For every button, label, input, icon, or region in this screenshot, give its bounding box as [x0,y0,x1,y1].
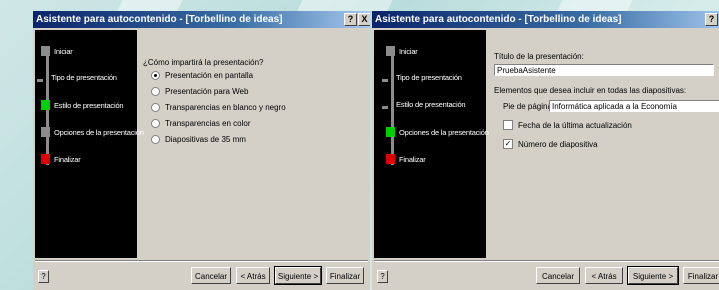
help-button[interactable]: ? [377,270,388,283]
wizard-content: ¿Cómo impartirá la presentación? Present… [143,31,366,257]
window-title: Asistente para autocontenido - [Torbelli… [372,11,719,28]
step-presentation-options[interactable]: Opciones de la presentación [41,127,144,137]
wizard-step-panel: Iniciar Tipo de presentación Estilo de p… [374,30,489,258]
question-label: ¿Cómo impartirá la presentación? [143,58,264,67]
step-presentation-type[interactable]: Tipo de presentación [37,73,117,82]
radio-bw-transparencies[interactable]: Transparencias en blanco y negro [151,103,286,112]
background-shard [117,0,183,11]
step-presentation-style[interactable]: Estilo de presentación [382,100,466,109]
titlebar-buttons: ? X [344,13,370,26]
presentation-title-input[interactable]: PruebaAsistente [494,64,714,76]
elements-label: Elementos que desea incluir en todas las… [494,86,687,95]
radio-icon [151,119,160,128]
radio-icon [151,87,160,96]
radio-screen-presentation[interactable]: Presentación en pantalla [151,71,253,80]
wizard-window-presentation-options: Asistente para autocontenido - [Torbelli… [372,11,719,290]
checkbox-slide-number[interactable]: ✓ Número de diapositiva [503,139,598,149]
cancel-button[interactable]: Cancelar [536,267,580,284]
wizard-content: Título de la presentación: PruebaAsisten… [494,31,719,257]
help-button[interactable]: ? [38,270,49,283]
step-marker-icon [41,127,50,137]
checkbox-last-update-date[interactable]: Fecha de la última actualización [503,120,632,130]
button-bar: ? Cancelar < Atrás Siguiente > Finalizar [33,260,370,290]
step-finish[interactable]: Finalizar [41,154,81,164]
window-title: Asistente para autocontenido - [Torbelli… [33,11,370,28]
step-finish-marker-icon [41,154,50,164]
radio-selected-icon [151,71,160,80]
divider [374,260,719,262]
step-finish[interactable]: Finalizar [386,154,426,164]
radio-color-transparencies[interactable]: Transparencias en color [151,119,251,128]
help-title-button[interactable]: ? [705,13,718,26]
footer-input[interactable]: Informática aplicada a la Economía [549,100,719,112]
checkbox-checked-icon: ✓ [503,139,513,149]
next-button[interactable]: Siguiente > [627,266,679,285]
step-finish-marker-icon [386,154,395,164]
wizard-window-presentation-style: Asistente para autocontenido - [Torbelli… [33,11,370,290]
background-shard [297,0,393,11]
button-bar: ? Cancelar < Atrás Siguiente > Finalizar [372,260,719,290]
step-connector-icon [37,79,43,82]
close-button[interactable]: X [358,13,370,26]
step-presentation-style[interactable]: Estilo de presentación [41,100,124,110]
wizard-step-panel: Iniciar Tipo de presentación Estilo de p… [35,30,144,258]
checkbox-icon [503,120,513,130]
step-connector-icon [382,79,388,82]
step-marker-icon [41,46,50,56]
step-current-marker-icon [386,127,395,137]
step-marker-icon [386,46,395,56]
titlebar-buttons: ? X [705,13,719,26]
help-title-button[interactable]: ? [344,13,357,26]
finish-button[interactable]: Finalizar [326,267,364,284]
background-shard [557,0,633,11]
radio-icon [151,135,160,144]
presentation-title-label: Título de la presentación: [494,52,584,61]
radio-icon [151,103,160,112]
step-current-marker-icon [41,100,50,110]
step-start[interactable]: Iniciar [41,46,73,56]
back-button[interactable]: < Atrás [585,267,623,284]
step-start[interactable]: Iniciar [386,46,418,56]
radio-35mm-slides[interactable]: Diapositivas de 35 mm [151,135,246,144]
step-presentation-type[interactable]: Tipo de presentación [382,73,462,82]
footer-label: Pie de página: [503,102,555,111]
cancel-button[interactable]: Cancelar [191,267,231,284]
radio-web-presentation[interactable]: Presentación para Web [151,87,248,96]
finish-button[interactable]: Finalizar [683,267,719,284]
divider [35,260,368,262]
step-connector-icon [382,106,388,109]
next-button[interactable]: Siguiente > [274,266,322,285]
back-button[interactable]: < Atrás [236,267,270,284]
step-presentation-options[interactable]: Opciones de la presentación [386,127,489,137]
